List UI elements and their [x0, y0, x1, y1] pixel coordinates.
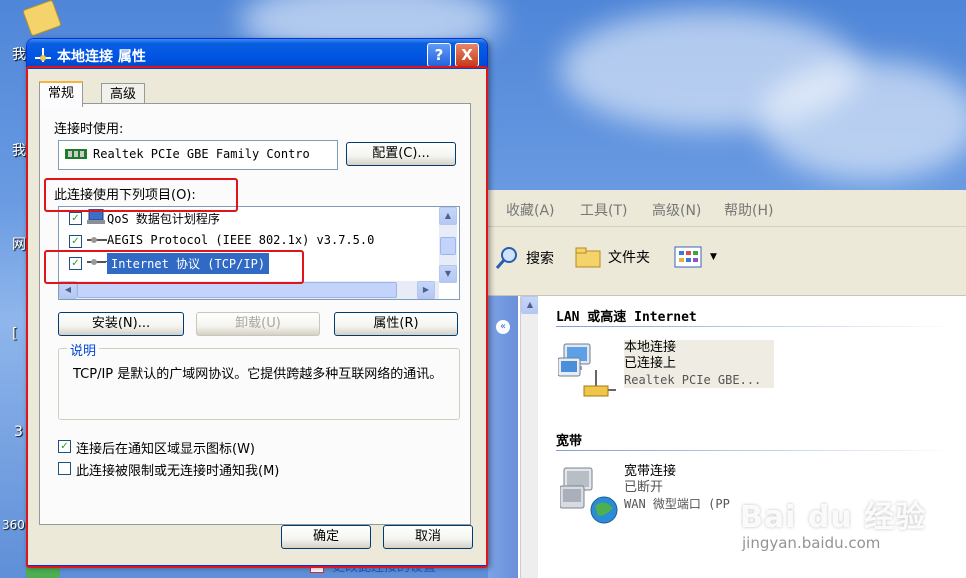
watermark-logo: Bai du 经验 [740, 500, 927, 535]
search-button[interactable]: 搜索 [494, 245, 554, 271]
desktop-icon-label[interactable]: [ [12, 326, 17, 342]
views-icon [674, 246, 702, 268]
group-title-broadband: 宽带 [556, 434, 583, 449]
desktop-icon-label[interactable]: 3 [14, 424, 23, 440]
scrollbar[interactable]: ▲ [520, 296, 539, 578]
folders-label: 文件夹 [608, 250, 650, 266]
connection-name: 本地连接 [624, 340, 677, 355]
highlight-box [26, 66, 488, 568]
title-bar[interactable]: 本地连接 属性 ? X [27, 39, 487, 69]
task-pane: « [488, 296, 518, 578]
desktop-icon-label[interactable]: 我 [12, 44, 26, 64]
connection-name: 宽带连接 [624, 464, 677, 479]
tab-general[interactable]: 常规 [39, 81, 84, 107]
desktop-icon-label[interactable]: 360 [2, 518, 25, 532]
group-divider [556, 326, 956, 327]
chevron-down-icon: ▼ [710, 252, 717, 262]
group-title-lan: LAN 或高速 Internet [556, 310, 697, 325]
broadband-connection-icon[interactable] [560, 466, 620, 528]
menu-bar: 收藏(A) 工具(T) 高级(N) 帮助(H) [488, 190, 966, 227]
toolbar: 搜索 文件夹 ▼ [488, 227, 966, 296]
cloud [760, 60, 966, 180]
close-button[interactable]: X [455, 43, 479, 67]
dialog-title: 本地连接 属性 [57, 49, 146, 65]
group-divider [556, 450, 956, 451]
connection-status: 已连接上 [624, 356, 677, 371]
desktop-icon-label[interactable]: 网 [12, 234, 26, 254]
search-icon [495, 247, 517, 269]
folder-icon [575, 247, 601, 268]
watermark-url: jingyan.baidu.com [742, 534, 881, 552]
lan-connection-icon[interactable] [558, 340, 622, 404]
menu-advanced[interactable]: 高级(N) [652, 200, 701, 220]
help-button[interactable]: ? [427, 43, 451, 67]
menu-tools[interactable]: 工具(T) [580, 200, 627, 220]
desktop-folder-icon[interactable] [22, 0, 62, 37]
scroll-up-icon[interactable]: ▲ [521, 296, 539, 314]
folders-button[interactable]: 文件夹 [574, 245, 650, 269]
collapse-icon[interactable]: « [496, 320, 510, 334]
connection-device: Realtek PCIe GBE... [624, 373, 762, 387]
search-label: 搜索 [526, 251, 554, 267]
lan-connection-item[interactable]: 本地连接 已连接上 Realtek PCIe GBE... [624, 340, 774, 388]
menu-help[interactable]: 帮助(H) [724, 200, 773, 220]
views-button[interactable]: ▼ [674, 245, 717, 269]
menu-favorites[interactable]: 收藏(A) [506, 200, 555, 220]
desktop-icon-label[interactable]: 我 [12, 140, 26, 160]
network-icon [35, 48, 51, 62]
